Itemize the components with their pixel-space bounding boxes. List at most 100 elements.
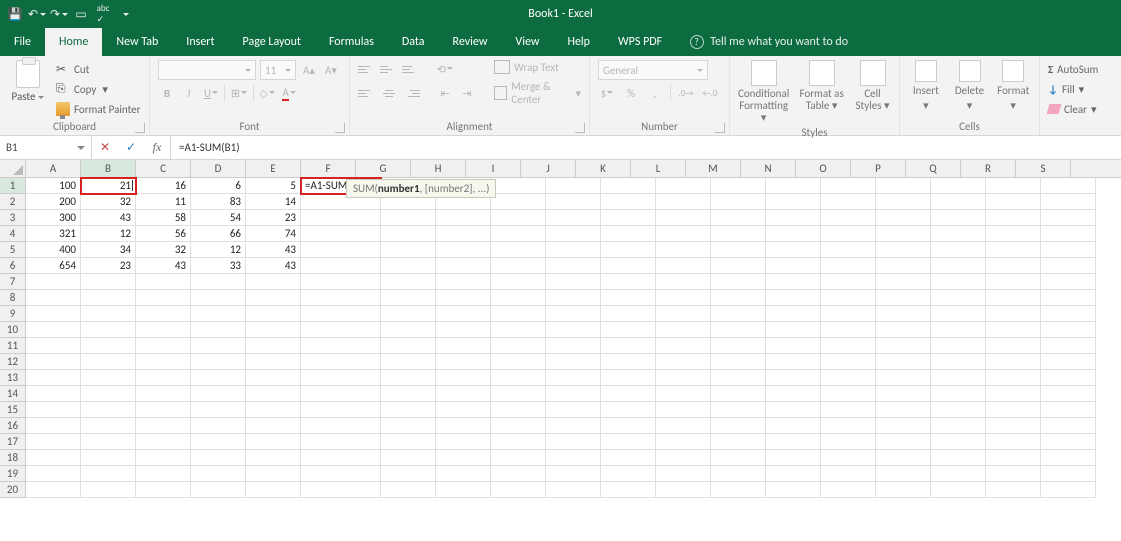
cell-L19[interactable] (656, 466, 711, 482)
cell-R3[interactable] (986, 210, 1041, 226)
cell-O5[interactable] (821, 242, 876, 258)
cell-A13[interactable] (26, 370, 81, 386)
cell-F20[interactable] (301, 482, 381, 498)
cell-O16[interactable] (821, 418, 876, 434)
delete-cells-button[interactable]: Delete▾ (952, 60, 988, 112)
cell-C1[interactable]: 16 (136, 178, 191, 194)
bold-button[interactable]: B (158, 84, 176, 102)
cell-P8[interactable] (876, 290, 931, 306)
cell-R10[interactable] (986, 322, 1041, 338)
cell-K16[interactable] (601, 418, 656, 434)
cell-F19[interactable] (301, 466, 381, 482)
underline-button[interactable]: U (202, 84, 220, 102)
cell-B20[interactable] (81, 482, 136, 498)
insert-function-icon[interactable]: fx (144, 140, 170, 155)
cell-I3[interactable] (491, 210, 546, 226)
cell-A17[interactable] (26, 434, 81, 450)
cell-R13[interactable] (986, 370, 1041, 386)
cell-K14[interactable] (601, 386, 656, 402)
row-header-18[interactable]: 18 (0, 450, 26, 466)
clipboard-launcher-icon[interactable] (135, 123, 145, 133)
cell-R8[interactable] (986, 290, 1041, 306)
column-header-M[interactable]: M (686, 160, 741, 177)
cell-E13[interactable] (246, 370, 301, 386)
cell-G6[interactable] (381, 258, 436, 274)
cell-S8[interactable] (1041, 290, 1096, 306)
cell-I12[interactable] (491, 354, 546, 370)
cell-A18[interactable] (26, 450, 81, 466)
cell-D19[interactable] (191, 466, 246, 482)
cell-I14[interactable] (491, 386, 546, 402)
cell-K7[interactable] (601, 274, 656, 290)
tab-new-tab[interactable]: New Tab (102, 28, 172, 56)
cell-H17[interactable] (436, 434, 491, 450)
cell-I17[interactable] (491, 434, 546, 450)
column-header-E[interactable]: E (246, 160, 301, 177)
cell-A3[interactable]: 300 (26, 210, 81, 226)
cell-G11[interactable] (381, 338, 436, 354)
cell-P7[interactable] (876, 274, 931, 290)
cell-K5[interactable] (601, 242, 656, 258)
cell-A15[interactable] (26, 402, 81, 418)
cell-J6[interactable] (546, 258, 601, 274)
cell-K17[interactable] (601, 434, 656, 450)
cell-S16[interactable] (1041, 418, 1096, 434)
cell-B1[interactable]: 21 (81, 178, 136, 194)
cell-F10[interactable] (301, 322, 381, 338)
cell-A2[interactable]: 200 (26, 194, 81, 210)
cell-C7[interactable] (136, 274, 191, 290)
cell-G5[interactable] (381, 242, 436, 258)
cell-L14[interactable] (656, 386, 711, 402)
number-launcher-icon[interactable] (715, 123, 725, 133)
cell-C8[interactable] (136, 290, 191, 306)
cell-M12[interactable] (711, 354, 766, 370)
cell-O14[interactable] (821, 386, 876, 402)
cell-B16[interactable] (81, 418, 136, 434)
cell-N8[interactable] (766, 290, 821, 306)
cell-N13[interactable] (766, 370, 821, 386)
row-header-6[interactable]: 6 (0, 258, 26, 274)
cell-F9[interactable] (301, 306, 381, 322)
cell-G17[interactable] (381, 434, 436, 450)
cell-K15[interactable] (601, 402, 656, 418)
tab-page-layout[interactable]: Page Layout (229, 28, 315, 56)
cell-C17[interactable] (136, 434, 191, 450)
spellcheck-icon[interactable]: abc✓ (94, 5, 112, 23)
cell-G15[interactable] (381, 402, 436, 418)
cell-K3[interactable] (601, 210, 656, 226)
cell-J11[interactable] (546, 338, 601, 354)
cell-H8[interactable] (436, 290, 491, 306)
align-middle-icon[interactable] (380, 61, 398, 77)
column-header-B[interactable]: B (81, 160, 136, 177)
cell-J10[interactable] (546, 322, 601, 338)
cell-L18[interactable] (656, 450, 711, 466)
cell-F15[interactable] (301, 402, 381, 418)
column-header-R[interactable]: R (961, 160, 1016, 177)
cell-L6[interactable] (656, 258, 711, 274)
cell-N4[interactable] (766, 226, 821, 242)
cell-N5[interactable] (766, 242, 821, 258)
cell-L3[interactable] (656, 210, 711, 226)
column-header-F[interactable]: F (301, 160, 356, 177)
cell-P16[interactable] (876, 418, 931, 434)
cell-Q16[interactable] (931, 418, 986, 434)
cell-Q13[interactable] (931, 370, 986, 386)
cell-F16[interactable] (301, 418, 381, 434)
cell-I2[interactable] (491, 194, 546, 210)
cell-A1[interactable]: 100 (26, 178, 81, 194)
cell-A16[interactable] (26, 418, 81, 434)
cell-K12[interactable] (601, 354, 656, 370)
cell-S9[interactable] (1041, 306, 1096, 322)
cell-J16[interactable] (546, 418, 601, 434)
cell-P9[interactable] (876, 306, 931, 322)
cell-B2[interactable]: 32 (81, 194, 136, 210)
cell-D9[interactable] (191, 306, 246, 322)
cell-Q14[interactable] (931, 386, 986, 402)
column-header-S[interactable]: S (1016, 160, 1071, 177)
cell-R15[interactable] (986, 402, 1041, 418)
italic-button[interactable]: I (180, 84, 198, 102)
cell-H10[interactable] (436, 322, 491, 338)
cell-C3[interactable]: 58 (136, 210, 191, 226)
cell-B12[interactable] (81, 354, 136, 370)
cell-M19[interactable] (711, 466, 766, 482)
